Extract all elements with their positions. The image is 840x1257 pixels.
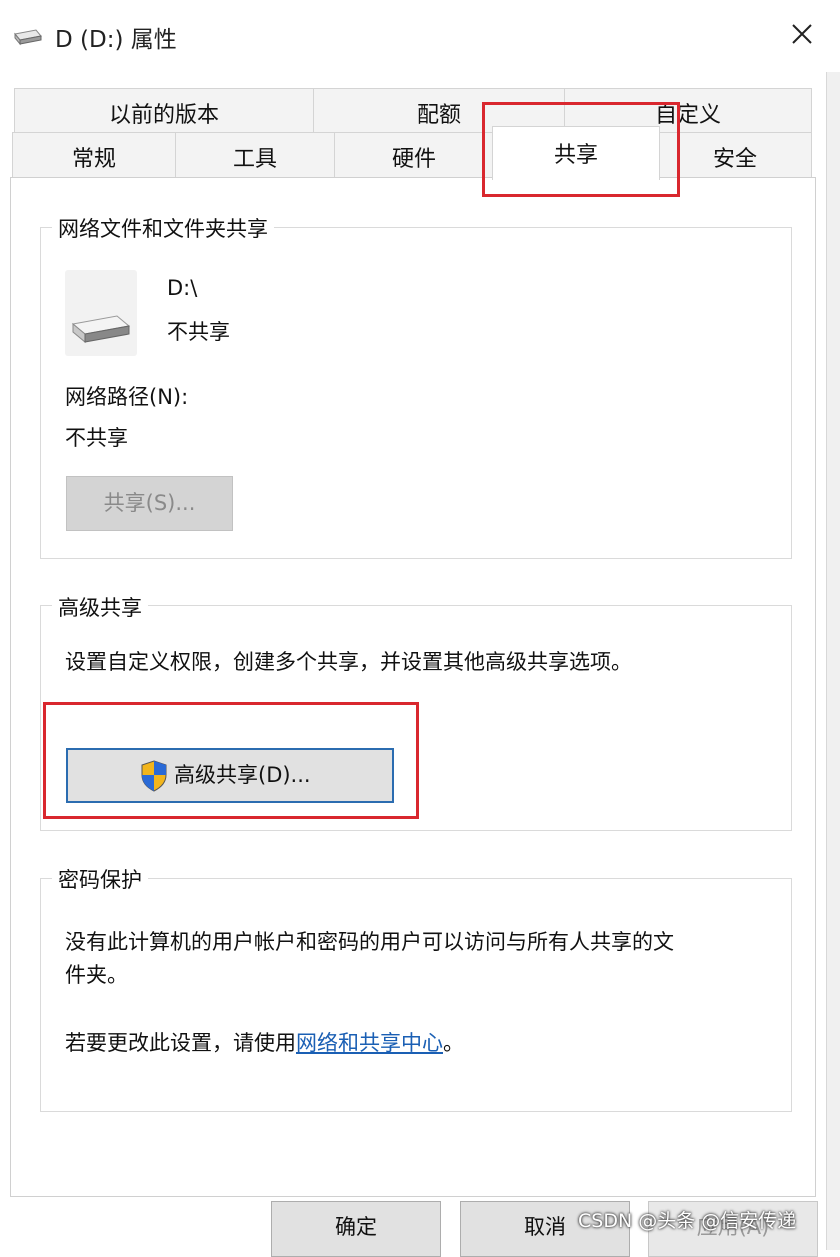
drive-name: D:\ [167,276,198,300]
window-title: D (D:) 属性 [55,27,177,53]
network-sharing-center-link[interactable]: 网络和共享中心 [296,1031,443,1055]
change-setting-prefix: 若要更改此设置，请使用 [65,1031,296,1055]
password-protection-group [40,878,792,1112]
watermark: CSDN @头条 @信安传递 [578,1210,797,1232]
tab-security[interactable]: 安全 [658,132,812,178]
tab-label: 常规 [71,147,116,172]
network-sharing-legend: 网络文件和文件夹共享 [52,213,274,243]
network-path-value: 不共享 [65,426,128,450]
close-icon [792,24,812,44]
network-path-label: 网络路径(N): [65,385,189,409]
drive-icon [12,28,42,46]
tab-tools[interactable]: 工具 [175,132,335,178]
share-status: 不共享 [167,320,230,344]
cancel-button-label: 取消 [524,1215,566,1239]
background-window-edge [826,0,840,1250]
advanced-sharing-legend: 高级共享 [52,592,148,622]
tab-label: 以前的版本 [108,103,219,128]
tab-hardware[interactable]: 硬件 [334,132,494,178]
share-button[interactable]: 共享(S)... [66,476,233,531]
share-button-label: 共享(S)... [103,491,196,515]
password-protection-text-line1: 没有此计算机的用户帐户和密码的用户可以访问与所有人共享的文 [65,930,674,954]
ok-button-label: 确定 [335,1215,377,1239]
change-setting-text: 若要更改此设置，请使用网络和共享中心。 [65,1027,464,1057]
change-setting-suffix: 。 [443,1031,464,1055]
advanced-sharing-description: 设置自定义权限，创建多个共享，并设置其他高级共享选项。 [65,650,632,674]
password-protection-legend: 密码保护 [52,864,148,894]
tab-label: 安全 [712,147,757,172]
tab-general[interactable]: 常规 [12,132,176,178]
drive-icon [65,270,137,356]
tab-label: 硬件 [391,147,436,172]
ok-button[interactable]: 确定 [271,1201,441,1257]
tab-label: 工具 [232,147,277,172]
close-button[interactable] [780,14,824,54]
tab-previous-versions[interactable]: 以前的版本 [14,88,314,134]
highlight-advanced-sharing-button [43,702,419,819]
password-protection-text-line2: 件夹。 [65,963,128,987]
title-bar: D (D:) 属性 [0,0,840,72]
highlight-sharing-tab [482,102,680,197]
